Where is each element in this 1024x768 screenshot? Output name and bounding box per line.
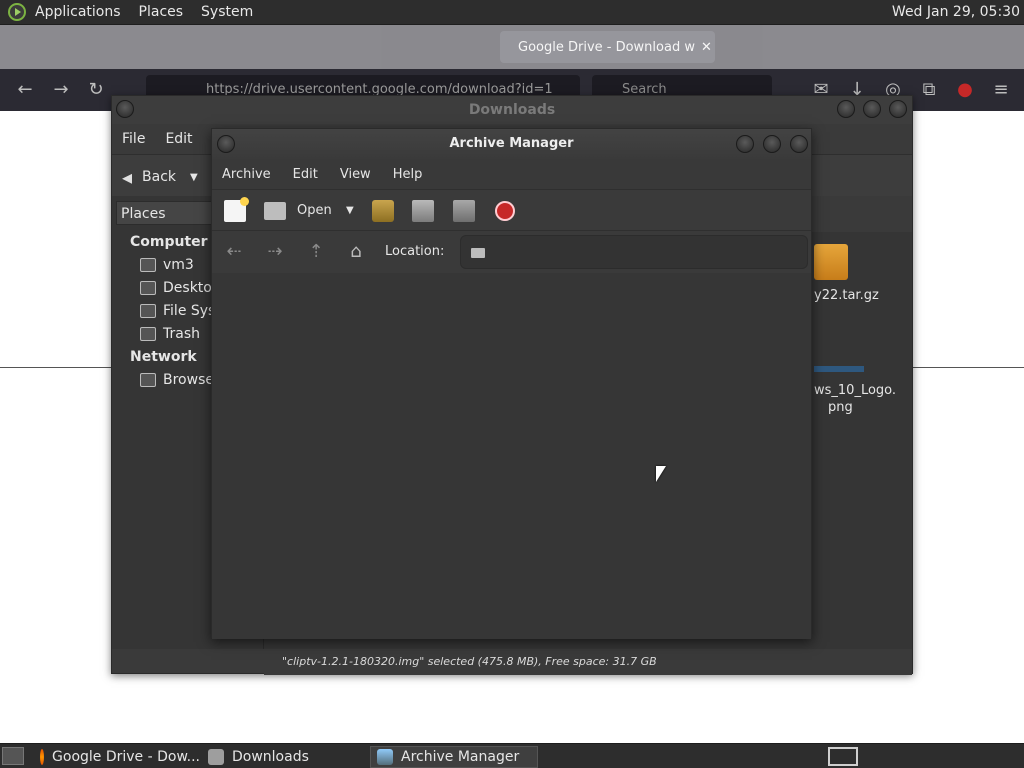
firefox-tab-bar: Google Drive - Download w ✕ [0, 25, 1024, 69]
workspace-switcher[interactable] [828, 747, 858, 766]
view-menu[interactable]: View [340, 167, 371, 182]
close-icon[interactable] [889, 100, 907, 118]
archive-manager-title: Archive Manager [212, 129, 811, 159]
maximize-icon[interactable] [763, 135, 781, 153]
archive-file-icon[interactable] [814, 244, 848, 280]
chevron-down-icon[interactable]: ▼ [190, 172, 198, 183]
archive-toolbar: Open ▼ [212, 189, 811, 231]
back-arrow-icon: ◂ [122, 165, 133, 189]
bottom-panel: Google Drive - Dow... Downloads Archive … [0, 743, 1024, 768]
folder-icon [208, 749, 224, 765]
show-desktop-icon[interactable] [2, 747, 24, 765]
folder-icon [471, 248, 485, 258]
sidebar-header-network: Network [130, 349, 197, 365]
home-folder-icon [140, 258, 156, 272]
edit-menu[interactable]: Edit [165, 131, 192, 147]
help-menu[interactable]: Help [393, 167, 423, 182]
location-label: Location: [385, 244, 445, 259]
archive-menubar: Archive Edit View Help [212, 159, 811, 189]
applications-menu[interactable]: Applications [26, 4, 130, 20]
minimize-icon[interactable] [837, 100, 855, 118]
close-tab-icon[interactable]: ✕ [701, 40, 712, 55]
hamburger-menu-icon[interactable]: ≡ [990, 79, 1012, 101]
top-panel: Applications Places System Wed Jan 29, 0… [0, 0, 1024, 25]
network-icon [140, 373, 156, 387]
image-file-icon[interactable] [814, 366, 864, 372]
maximize-icon[interactable] [863, 100, 881, 118]
taskbar-item-firefox[interactable]: Google Drive - Dow... [34, 746, 200, 768]
ublock-icon[interactable]: ● [954, 79, 976, 101]
firefox-tab[interactable] [50, 31, 260, 63]
trash-icon [140, 327, 156, 341]
minimize-icon[interactable] [736, 135, 754, 153]
taskbar-item-archive-manager[interactable]: Archive Manager [370, 746, 538, 768]
firefox-tab[interactable] [275, 31, 485, 63]
sidebar-item-label: Trash [163, 326, 200, 342]
open-button[interactable]: Open [297, 203, 332, 218]
mate-logo-icon[interactable] [8, 3, 26, 21]
new-archive-icon[interactable] [224, 197, 249, 222]
forward-arrow-icon[interactable]: ⇢ [264, 241, 286, 263]
forward-arrow-icon[interactable]: → [50, 79, 72, 101]
stop-icon[interactable] [495, 201, 515, 221]
mouse-cursor-icon [656, 466, 666, 482]
image-file-label[interactable]: ws_10_Logo. png [814, 382, 896, 416]
location-bar: ⇠ ⇢ ⇡ ⌂ Location: [212, 231, 811, 273]
sidebar-item-vm3[interactable]: vm3 [140, 257, 194, 273]
archive-manager-icon [377, 749, 393, 765]
home-icon[interactable]: ⌂ [345, 241, 367, 263]
location-input[interactable] [460, 235, 808, 269]
archive-file-list[interactable] [212, 273, 811, 639]
firefox-tab-label: Google Drive - Download w [518, 39, 695, 55]
file-menu[interactable]: File [122, 131, 145, 147]
up-arrow-icon[interactable]: ⇡ [305, 241, 327, 263]
taskbar-item-label: Google Drive - Dow... [52, 749, 200, 765]
edit-menu[interactable]: Edit [293, 167, 318, 182]
taskbar-item-downloads[interactable]: Downloads [202, 746, 368, 768]
open-folder-icon[interactable] [264, 202, 286, 220]
extract-icon[interactable] [372, 200, 394, 222]
window-menu-icon[interactable] [217, 135, 235, 153]
sidebar-item-trash[interactable]: Trash [140, 326, 200, 342]
archive-manager-window: Archive Manager Archive Edit View Help O… [211, 128, 812, 639]
drive-icon [140, 304, 156, 318]
taskbar-item-label: Downloads [232, 749, 309, 765]
sidebar-header-computer: Computer [130, 234, 208, 250]
extensions-icon[interactable]: ⧉ [918, 79, 940, 101]
back-arrow-icon[interactable]: ⇠ [223, 241, 245, 263]
firefox-tab-active[interactable]: Google Drive - Download w ✕ [500, 31, 715, 63]
add-files-icon[interactable] [412, 200, 434, 222]
reload-icon[interactable]: ↻ [85, 79, 107, 101]
back-label: Back [142, 169, 177, 185]
firefox-icon [40, 749, 45, 765]
status-bar: "cliptv-1.2.1-180320.img" selected (475.… [264, 649, 912, 675]
clock[interactable]: Wed Jan 29, 05:30 [892, 4, 1020, 20]
sidebar-item-filesystem[interactable]: File Syst [140, 303, 221, 319]
back-button[interactable]: ◂ Back ▼ [122, 165, 198, 189]
archive-file-label[interactable]: y22.tar.gz [814, 288, 879, 303]
sidebar-item-label: vm3 [163, 257, 194, 273]
taskbar-item-label: Archive Manager [401, 749, 520, 765]
desktop-icon [140, 281, 156, 295]
image-file-label-line2: png [828, 400, 853, 415]
window-menu-icon[interactable] [116, 100, 134, 118]
chevron-down-icon[interactable]: ▼ [346, 205, 354, 216]
back-arrow-icon[interactable]: ← [14, 79, 36, 101]
close-icon[interactable] [790, 135, 808, 153]
sidebar-item-desktop[interactable]: Desktop [140, 280, 221, 296]
downloads-title: Downloads [112, 96, 912, 124]
system-menu[interactable]: System [192, 4, 262, 20]
archive-menu[interactable]: Archive [222, 167, 271, 182]
add-folder-icon[interactable] [453, 200, 475, 222]
places-menu[interactable]: Places [130, 4, 193, 20]
image-file-label-line1: ws_10_Logo. [814, 383, 897, 398]
